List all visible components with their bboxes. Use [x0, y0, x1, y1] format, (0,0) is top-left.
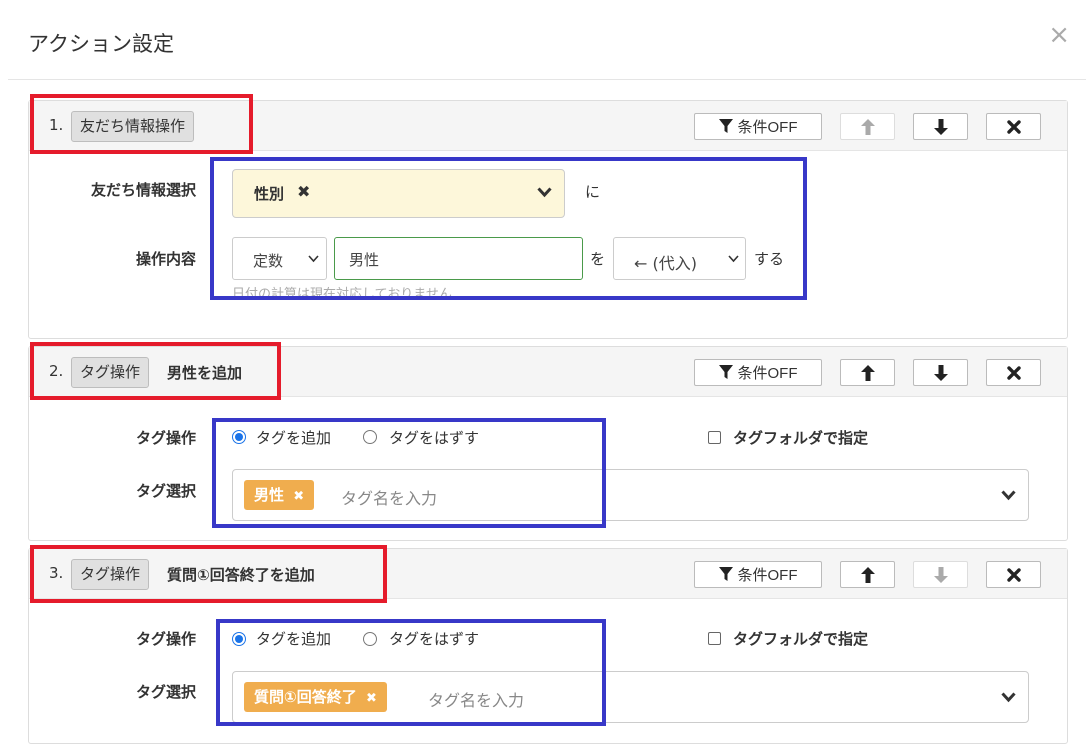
- action-title: 男性を追加: [167, 364, 243, 382]
- times-icon: [1006, 567, 1021, 582]
- operand-type-select[interactable]: 定数: [232, 237, 327, 280]
- times-icon: [1006, 365, 1021, 380]
- radio-add-tag[interactable]: [232, 632, 246, 646]
- operator-select[interactable]: ← (代入): [613, 237, 746, 280]
- radio-remove-tag[interactable]: [363, 632, 377, 646]
- filter-icon: [718, 567, 733, 581]
- friend-field-select[interactable]: 性別 ✖: [232, 169, 565, 218]
- move-down-button[interactable]: [913, 359, 968, 386]
- arrow-down-icon: [933, 566, 948, 583]
- action-header-2: 2. タグ操作 男性を追加 条件OFF: [29, 347, 1067, 397]
- chevron-down-icon: [728, 255, 739, 263]
- close-icon[interactable]: ×: [1048, 22, 1070, 48]
- chevron-down-icon: [537, 187, 552, 198]
- friend-select-label: 友だち情報選択: [90, 181, 196, 199]
- condition-label: 条件OFF: [737, 119, 798, 136]
- operand-type-value: 定数: [253, 252, 284, 270]
- operation-label: 操作内容: [135, 250, 196, 268]
- tag-remove-icon[interactable]: ✖: [293, 489, 304, 504]
- tag-remove-icon[interactable]: ✖: [366, 691, 377, 706]
- action-panel-1: 1. 友だち情報操作 条件OFF: [28, 100, 1068, 339]
- radio-remove-tag[interactable]: [363, 430, 377, 444]
- tag-chip: 男性 ✖: [244, 480, 315, 510]
- tag-chip-label: 男性: [254, 486, 285, 504]
- filter-icon: [718, 365, 733, 379]
- condition-label: 条件OFF: [737, 567, 798, 584]
- arrow-down-icon: [933, 364, 948, 381]
- arrow-up-icon: [860, 364, 875, 381]
- modal-header: アクション設定 ×: [8, 0, 1086, 80]
- action-header-3: 3. タグ操作 質問①回答終了を追加 条件OFF: [29, 549, 1067, 599]
- operator-value: ← (代入): [634, 254, 697, 273]
- delete-action-button[interactable]: [986, 561, 1041, 588]
- tag-select-label: タグ選択: [135, 482, 196, 500]
- radio-add-tag[interactable]: [232, 430, 246, 444]
- tag-select-label: タグ選択: [135, 683, 196, 701]
- tag-select-input[interactable]: 男性 ✖ タグ名を入力: [232, 469, 1029, 521]
- tag-operation-label: タグ操作: [135, 630, 196, 648]
- delete-action-button[interactable]: [986, 113, 1041, 140]
- value-text: 男性: [349, 251, 380, 269]
- move-down-button[interactable]: [913, 561, 968, 588]
- remove-chip-icon[interactable]: ✖: [297, 182, 310, 201]
- arrow-down-icon: [933, 118, 948, 135]
- move-up-button[interactable]: [840, 359, 895, 386]
- arrow-up-icon: [860, 118, 875, 135]
- radio-add-tag-label: タグを追加: [256, 429, 332, 447]
- tag-search-placeholder: タグ名を入力: [428, 691, 525, 710]
- action-type-badge[interactable]: 友だち情報操作: [71, 111, 195, 142]
- hint-text: 日付の計算は現在対応しておりません: [232, 287, 452, 296]
- value-input[interactable]: 男性: [334, 237, 583, 280]
- action-header-1: 1. 友だち情報操作 条件OFF: [29, 101, 1067, 151]
- radio-remove-tag-label: タグをはずす: [389, 429, 480, 447]
- action-title: 質問①回答終了を追加: [167, 566, 315, 584]
- friend-field-value: 性別: [254, 185, 285, 203]
- tag-chip-label: 質問①回答終了: [254, 688, 357, 706]
- chevron-down-icon: [1001, 692, 1016, 703]
- condition-toggle-button[interactable]: 条件OFF: [694, 359, 822, 386]
- chevron-down-icon: [1001, 490, 1016, 501]
- delete-action-button[interactable]: [986, 359, 1041, 386]
- tag-chip: 質問①回答終了 ✖: [244, 682, 387, 712]
- particle-wo: を: [590, 250, 606, 268]
- chevron-down-icon: [308, 255, 319, 263]
- condition-toggle-button[interactable]: 条件OFF: [694, 561, 822, 588]
- condition-label: 条件OFF: [737, 365, 798, 382]
- arrow-up-icon: [860, 566, 875, 583]
- particle-ni: に: [585, 183, 601, 201]
- times-icon: [1006, 119, 1021, 134]
- tag-folder-label: タグフォルダで指定: [733, 429, 869, 447]
- action-type-badge[interactable]: タグ操作: [71, 559, 150, 590]
- tag-folder-label: タグフォルダで指定: [733, 630, 869, 648]
- tag-search-placeholder: タグ名を入力: [341, 489, 438, 508]
- move-up-button[interactable]: [840, 561, 895, 588]
- move-up-button[interactable]: [840, 113, 895, 140]
- move-down-button[interactable]: [913, 113, 968, 140]
- tag-folder-checkbox[interactable]: [708, 632, 721, 645]
- radio-remove-tag-label: タグをはずす: [389, 630, 480, 648]
- tag-folder-checkbox[interactable]: [708, 431, 721, 444]
- condition-toggle-button[interactable]: 条件OFF: [694, 113, 822, 140]
- tag-select-input[interactable]: 質問①回答終了 ✖ タグ名を入力: [232, 671, 1029, 723]
- action-type-badge[interactable]: タグ操作: [71, 357, 150, 388]
- action-number: 2.: [49, 362, 64, 380]
- suffix-suru: する: [754, 250, 785, 268]
- modal-title: アクション設定: [28, 32, 174, 56]
- radio-add-tag-label: タグを追加: [256, 630, 332, 648]
- tag-operation-label: タグ操作: [135, 429, 196, 447]
- filter-icon: [718, 119, 733, 133]
- action-number: 1.: [49, 116, 64, 134]
- action-number: 3.: [49, 564, 64, 582]
